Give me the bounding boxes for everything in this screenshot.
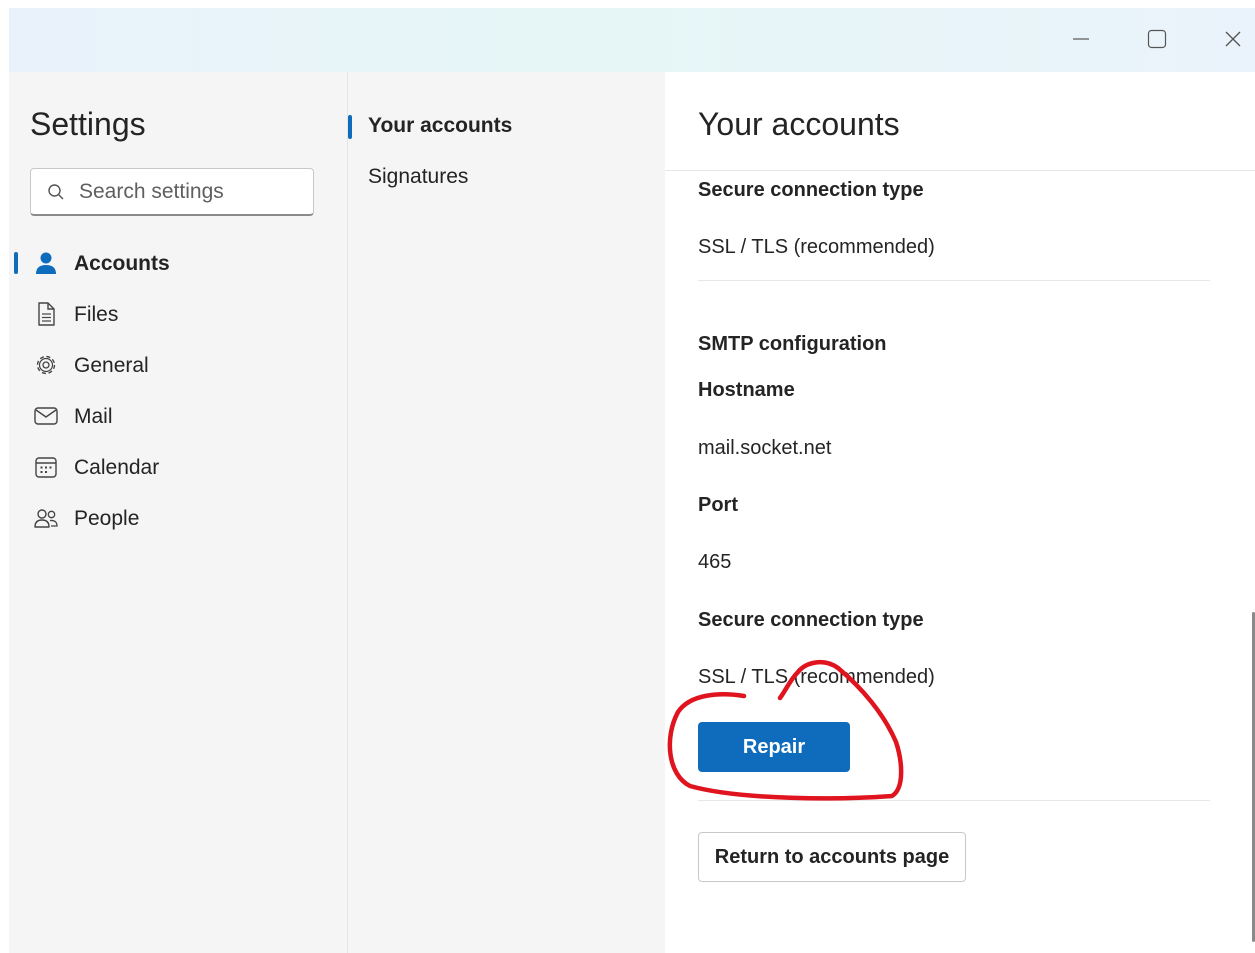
nav-item-mail[interactable]: Mail: [9, 391, 347, 442]
header-divider: [665, 170, 1255, 171]
maximize-button[interactable]: [1142, 24, 1172, 54]
smtp-secure-value: SSL / TLS (recommended): [698, 666, 935, 688]
section-divider: [698, 800, 1210, 801]
subnav-item-signatures[interactable]: Signatures: [368, 165, 468, 189]
search-box[interactable]: [30, 168, 314, 216]
scroll-up-arrow[interactable]: [1250, 178, 1254, 188]
close-button[interactable]: [1218, 24, 1248, 54]
nav-list: Accounts Files General Mail Calendar Peo…: [9, 238, 347, 544]
nav-item-label: Files: [74, 302, 119, 326]
section-divider: [698, 280, 1210, 281]
page-title: Your accounts: [698, 106, 900, 142]
mail-icon: [33, 403, 59, 429]
nav-item-calendar[interactable]: Calendar: [9, 442, 347, 493]
repair-button[interactable]: Repair: [698, 722, 850, 772]
nav-item-label: General: [74, 353, 149, 377]
nav-item-people[interactable]: People: [9, 493, 347, 544]
search-input[interactable]: [77, 178, 301, 205]
incoming-secure-value: SSL / TLS (recommended): [698, 236, 935, 258]
title-bar: [9, 8, 1255, 72]
return-to-accounts-button[interactable]: Return to accounts page: [698, 832, 966, 882]
nav-item-label: Calendar: [74, 455, 160, 479]
people-icon: [33, 505, 59, 531]
selection-indicator: [14, 252, 18, 274]
subnav-item-your-accounts[interactable]: Your accounts: [368, 114, 512, 138]
close-icon: [1225, 31, 1241, 47]
minimize-icon: [1073, 38, 1089, 40]
accounts-subnav: Your accounts Signatures: [347, 72, 666, 953]
minimize-button[interactable]: [1066, 24, 1096, 54]
hostname-label: Hostname: [698, 379, 795, 401]
person-icon: [33, 250, 59, 276]
nav-item-label: People: [74, 506, 140, 530]
content-panel: Your accounts Secure connection type SSL…: [665, 72, 1255, 953]
port-label: Port: [698, 494, 738, 516]
nav-item-accounts[interactable]: Accounts: [9, 238, 347, 289]
calendar-icon: [33, 454, 59, 480]
file-icon: [33, 301, 59, 327]
selection-indicator: [348, 115, 352, 139]
search-icon: [47, 183, 65, 201]
gear-icon: [33, 352, 59, 378]
hostname-value: mail.socket.net: [698, 437, 832, 459]
nav-item-files[interactable]: Files: [9, 289, 347, 340]
nav-item-label: Accounts: [74, 251, 170, 275]
smtp-secure-label: Secure connection type: [698, 609, 924, 631]
settings-nav: Settings Accounts Files: [9, 72, 347, 953]
nav-item-general[interactable]: General: [9, 340, 347, 391]
nav-item-label: Mail: [74, 404, 113, 428]
maximize-icon: [1147, 29, 1167, 49]
port-value: 465: [698, 551, 732, 573]
incoming-secure-label: Secure connection type: [698, 179, 924, 201]
settings-window: Settings Accounts Files: [9, 8, 1255, 953]
settings-title: Settings: [30, 106, 146, 142]
smtp-heading: SMTP configuration: [698, 333, 887, 355]
